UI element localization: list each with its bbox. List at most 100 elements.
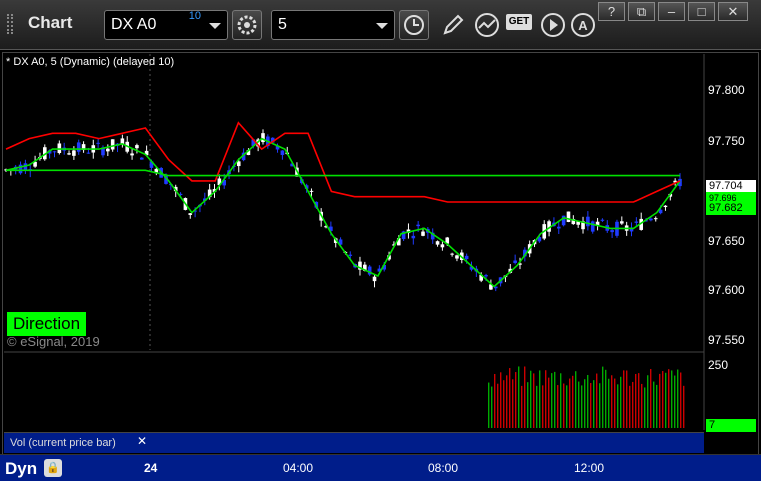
candle-body (135, 145, 139, 149)
candle-body (411, 235, 416, 239)
chevron-down-icon[interactable] (376, 23, 388, 29)
candle-body (416, 224, 420, 227)
candle-body (52, 151, 57, 153)
time-tick: 04:00 (283, 461, 314, 475)
candle-body (450, 253, 454, 255)
candle-body (372, 276, 377, 282)
volume-bar (614, 378, 616, 428)
candle-body (421, 231, 425, 236)
svg-text:A: A (578, 18, 588, 33)
interval-input[interactable]: 5 (271, 10, 395, 40)
restore-button[interactable]: ⧉ (628, 2, 655, 21)
volume-bar (545, 370, 547, 428)
volume-bar (527, 382, 529, 428)
candle-body (440, 244, 445, 248)
volume-bar (623, 370, 625, 428)
green-price-tag: 97.682 (706, 202, 756, 215)
close-button[interactable]: ✕ (718, 2, 748, 21)
volume-bar (596, 373, 598, 428)
volume-bar (533, 373, 535, 428)
volume-panel-label: Vol (current price bar) (10, 437, 116, 449)
time-tick: 08:00 (428, 461, 459, 475)
candle-body (649, 218, 653, 221)
volume-bar (662, 371, 664, 428)
volume-bar (659, 373, 661, 428)
volume-bar (674, 375, 676, 428)
candle-body (620, 221, 624, 224)
volume-bar (668, 369, 670, 428)
volume-bar (491, 386, 493, 428)
play-icon[interactable] (540, 12, 566, 38)
candle-body (280, 150, 285, 155)
volume-bar (680, 372, 682, 428)
volume-bar (563, 383, 565, 428)
volume-bar (620, 376, 622, 428)
volume-bar (509, 368, 511, 428)
candle-body (72, 150, 76, 156)
volume-bar (587, 374, 589, 428)
volume-bar (542, 385, 544, 428)
study-label: * DX A0, 5 (Dynamic) (delayed 10) (6, 56, 175, 68)
volume-bar (551, 373, 553, 428)
alert-icon[interactable]: A (570, 12, 596, 38)
volume-bar (626, 370, 628, 428)
candle-body (261, 133, 265, 143)
volume-bar (518, 366, 520, 428)
indicator-lines-group (5, 121, 681, 288)
candle-body (130, 153, 134, 156)
price-chart[interactable] (0, 50, 761, 481)
candle-body (435, 241, 440, 245)
volume-bar (665, 372, 667, 428)
volume-bar (671, 370, 673, 428)
volume-bar (488, 382, 490, 428)
dynamic-label[interactable]: Dyn (5, 459, 37, 479)
maximize-button[interactable]: □ (688, 2, 715, 21)
candle-body (566, 211, 571, 222)
volume-bar (605, 369, 607, 428)
volume-bar (683, 385, 685, 428)
time-button[interactable] (399, 10, 429, 40)
pencil-icon[interactable] (440, 12, 466, 38)
volume-bar (512, 379, 514, 428)
volume-bar (515, 372, 517, 428)
volume-bar (593, 380, 595, 428)
candle-body (455, 255, 459, 259)
chevron-down-icon[interactable] (209, 23, 221, 29)
candle-body (106, 148, 110, 152)
candle-body (653, 218, 658, 220)
volume-bar (539, 370, 541, 428)
help-button[interactable]: ? (598, 2, 625, 21)
line-chart-icon[interactable] (474, 12, 500, 38)
volume-bar (530, 370, 532, 428)
volume-bar (644, 387, 646, 428)
drag-grip[interactable] (7, 14, 13, 34)
volume-bar (575, 371, 577, 428)
candle-body (110, 139, 115, 150)
close-icon[interactable]: ✕ (137, 434, 147, 448)
volume-bar (656, 384, 658, 428)
time-axis-bar: Dyn 🔒 24 04:00 08:00 12:00 (0, 454, 761, 481)
get-icon[interactable]: GET (506, 14, 532, 30)
price-tick: 97.750 (708, 134, 745, 148)
symbol-input[interactable]: DX A0 10 (104, 10, 228, 40)
chart-area[interactable]: * DX A0, 5 (Dynamic) (delayed 10) Direct… (0, 50, 761, 481)
candle-body (139, 157, 144, 160)
volume-tick: 250 (708, 358, 729, 372)
volume-bar (506, 375, 508, 428)
volume-bar (632, 381, 634, 428)
candle-body (556, 226, 561, 229)
volume-bar (557, 385, 559, 428)
candle-body (513, 260, 517, 263)
volume-bar (653, 381, 655, 428)
minimize-button[interactable]: – (658, 2, 685, 21)
candle-body (67, 153, 71, 155)
volume-bar (494, 373, 496, 428)
volume-bar (548, 377, 550, 428)
volume-bars-group (488, 366, 685, 428)
lock-icon[interactable]: 🔒 (44, 459, 62, 477)
copyright-text: © eSignal, 2019 (7, 334, 100, 349)
volume-bar (524, 366, 526, 428)
direction-badge[interactable]: Direction (7, 312, 87, 336)
volume-panel-label-bar: Vol (current price bar) ✕ (4, 432, 704, 453)
settings-button[interactable] (232, 10, 262, 40)
